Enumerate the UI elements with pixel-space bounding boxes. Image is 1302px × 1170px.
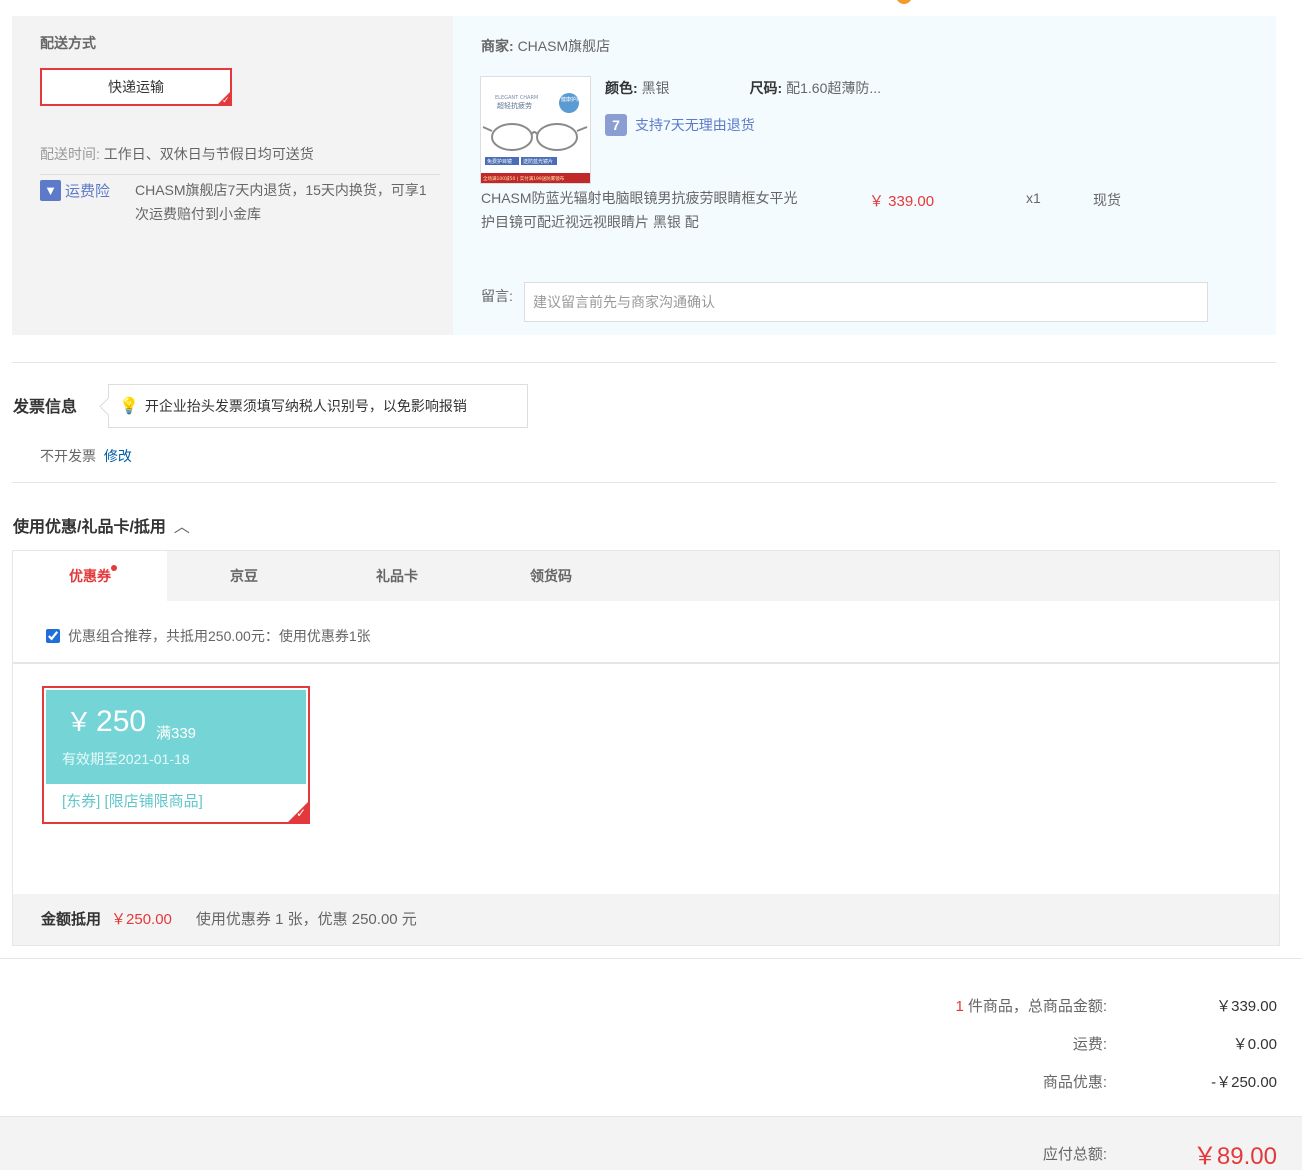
merchant: 商家: CHASM旗舰店 (481, 36, 610, 56)
shipping-title: 配送方式 (40, 35, 96, 51)
discount-summary-text: 使用优惠券 1 张，优惠 250.00 元 (195, 911, 417, 928)
color-label: 颜色: (605, 80, 638, 96)
items-total-value: ￥339.00 (1216, 998, 1277, 1015)
shipping-panel (12, 16, 453, 335)
coupon-amount: ￥ 250 (66, 702, 146, 739)
delivery-time-value: 工作日、双休日与节假日均可送货 (103, 146, 314, 162)
product-image-tagline: 超轻抗疲劳 (497, 101, 532, 110)
freight-insurance-label: 运费险 (65, 183, 111, 200)
product-stock-status: 现货 (1093, 192, 1121, 208)
freight-insurance-text: CHASM旗舰店7天内退货，15天内换货，可享1次运费赔付到小金库 (135, 182, 427, 222)
invoice-status: 不开发票 修改 (40, 446, 132, 466)
delivery-time-label: 配送时间: (40, 146, 100, 162)
product-image[interactable]: ELEGANT CHARM 超轻抗疲劳 健康护目 免费护目镜 送防蓝光镜片 全场… (480, 76, 591, 184)
shipping-method-option[interactable]: 快递运输 ✓ (40, 68, 232, 106)
product-price: ￥ 339.00 (869, 193, 935, 210)
lightbulb-icon: 💡 (119, 398, 139, 415)
payable-value: ￥89.00 (1192, 1143, 1277, 1170)
invoice-title: 发票信息 (13, 399, 78, 416)
tab-gift-card[interactable]: 礼品卡 (320, 551, 474, 601)
divider (13, 662, 1279, 664)
product-discount-value: -￥250.00 (1211, 1074, 1277, 1091)
divider (12, 362, 1276, 363)
merchant-label: 商家: (481, 38, 514, 54)
product-color: 颜色: 黑银 (605, 78, 670, 98)
payable-label: 应付总额: (1042, 1146, 1107, 1163)
coupon-tags: [东券] [限店铺限商品] (62, 793, 203, 810)
tab-coupons-label: 优惠券 (69, 568, 111, 584)
items-total-label: 1 件商品，总商品金额: (955, 995, 1107, 1016)
coupon-expiry: 有效期至2021-01-18 (62, 751, 190, 767)
return-policy-text: 支持7天无理由退货 (635, 117, 755, 133)
coupon-condition: 满339 (156, 725, 197, 742)
product-image-band-a: 免费护目镜 (487, 158, 512, 165)
selected-check-icon: ✓ (216, 90, 232, 106)
recommend-combo-text: 优惠组合推荐，共抵用250.00元：使用优惠券1张 (68, 628, 371, 644)
selected-check-icon: ✓ (286, 800, 310, 824)
product-attributes: 颜色: 黑银 尺码: 配1.60超薄防... (605, 78, 881, 98)
product-quantity: x1 (1026, 190, 1041, 206)
discount-summary-amount: ￥250.00 (111, 911, 172, 928)
product-image-promo: 全场满100减50 | 实付满199送防雾镜布 (483, 175, 565, 182)
coupon-amount-value: 250 (96, 705, 147, 738)
glasses-image: ELEGANT CHARM 超轻抗疲劳 健康护目 免费护目镜 送防蓝光镜片 全场… (481, 77, 590, 183)
product-discount-label: 商品优惠: (1042, 1074, 1107, 1091)
top-badge-edge (896, 0, 912, 4)
merchant-name: CHASM旗舰店 (517, 38, 611, 54)
invoice-status-text: 不开发票 (40, 448, 96, 464)
product-image-band-b: 送防蓝光镜片 (523, 158, 553, 165)
tab-jingdou[interactable]: 京豆 (167, 551, 321, 601)
remark-input[interactable] (524, 282, 1208, 322)
shield-icon: ▼ (40, 180, 61, 201)
size-label: 尺码: (749, 80, 783, 96)
freight-insurance-badge: ▼ 运费险 (40, 180, 110, 201)
tab-redeem-code[interactable]: 领货码 (474, 551, 628, 601)
invoice-tip: 💡 开企业抬头发票须填写纳税人识别号，以免影响报销 (108, 384, 528, 428)
items-total-label-text: 件商品，总商品金额: (967, 998, 1107, 1015)
recommend-combo[interactable]: 优惠组合推荐，共抵用250.00元：使用优惠券1张 (46, 626, 371, 646)
shipping-method-label: 快递运输 (108, 79, 164, 95)
product-image-badge: 健康护目 (561, 96, 581, 103)
invoice-tip-text: 开企业抬头发票须填写纳税人识别号，以免影响报销 (144, 398, 467, 414)
tab-coupons[interactable]: 优惠券 (13, 551, 167, 601)
product-size: 尺码: 配1.60超薄防... (750, 78, 881, 98)
seven-day-return-icon: 7 (605, 114, 627, 136)
shipping-fee-label: 运费: (1072, 1036, 1107, 1053)
divider (40, 174, 440, 175)
color-value: 黑银 (641, 80, 670, 96)
discount-section-label: 使用优惠/礼品卡/抵用 (13, 519, 166, 536)
item-count: 1 (955, 998, 964, 1015)
recommend-combo-checkbox[interactable] (46, 629, 60, 643)
invoice-edit-link[interactable]: 修改 (104, 448, 132, 464)
discount-section-title[interactable]: 使用优惠/礼品卡/抵用 ︿ (13, 513, 190, 537)
return-policy[interactable]: 7 支持7天无理由退货 (605, 114, 755, 136)
divider (0, 958, 1302, 959)
remark-label: 留言: (481, 288, 513, 304)
product-image-brand: ELEGANT CHARM (495, 95, 538, 101)
notification-dot-icon (111, 565, 117, 571)
discount-summary-label: 金额抵用 (41, 911, 102, 928)
delivery-time: 配送时间: 工作日、双休日与节假日均可送货 (40, 144, 314, 164)
product-name[interactable]: CHASM防蓝光辐射电脑眼镜男抗疲劳眼睛框女平光护目镜可配近视远视眼睛片 黑银 … (481, 186, 801, 234)
size-value: 配1.60超薄防... (786, 80, 882, 96)
discount-summary: 金额抵用 ￥250.00 使用优惠券 1 张，优惠 250.00 元 (41, 908, 417, 929)
divider (12, 482, 1276, 483)
coupon-currency: ￥ (66, 707, 93, 737)
chevron-up-icon[interactable]: ︿ (174, 513, 190, 537)
shipping-fee-value: ￥0.00 (1232, 1036, 1277, 1053)
